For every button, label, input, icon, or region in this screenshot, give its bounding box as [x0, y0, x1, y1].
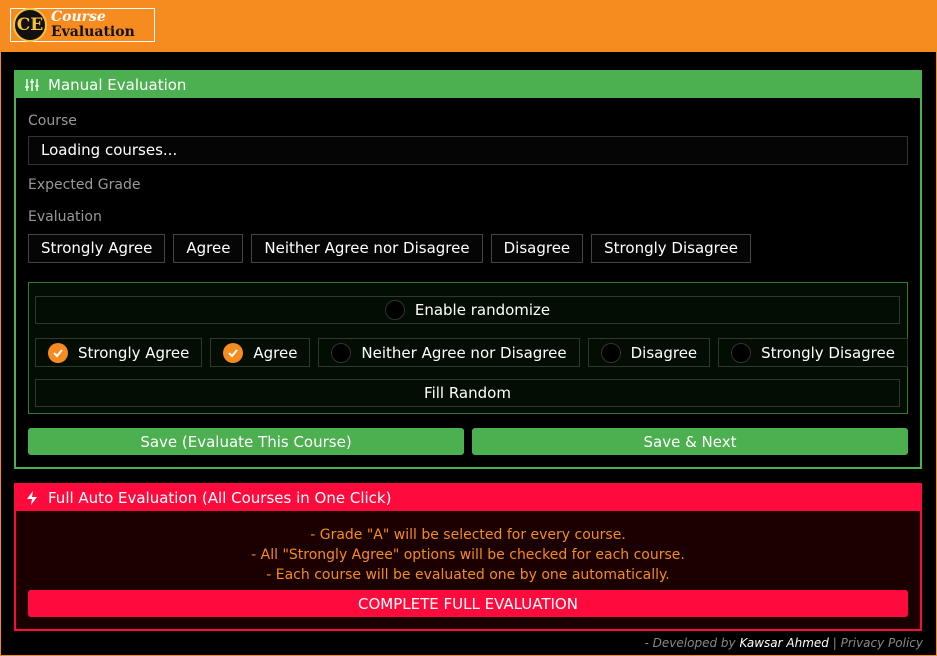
- fill-random-button[interactable]: Fill Random: [35, 379, 900, 407]
- random-option-neither[interactable]: Neither Agree nor Disagree: [318, 338, 580, 367]
- radio-unchecked-icon: [384, 300, 405, 320]
- save-evaluate-button[interactable]: Save (Evaluate This Course): [28, 428, 464, 455]
- auto-evaluation-description: - Grade "A" will be selected for every c…: [14, 525, 922, 585]
- sliders-icon: [25, 79, 39, 91]
- footer-prefix: - Developed by: [644, 636, 740, 650]
- logo-line-1: Course: [51, 9, 106, 25]
- radio-unchecked-icon: [600, 342, 621, 363]
- random-option-agree[interactable]: Agree: [210, 338, 311, 367]
- manual-evaluation-header: Manual Evaluation: [16, 72, 920, 98]
- evaluation-options: Strongly Agree Agree Neither Agree nor D…: [28, 234, 751, 263]
- radio-unchecked-icon: [731, 342, 752, 363]
- enable-randomize-label: Enable randomize: [414, 301, 551, 319]
- auto-evaluation-header: Full Auto Evaluation (All Courses in One…: [16, 485, 920, 511]
- course-label: Course: [28, 113, 77, 129]
- footer-separator: |: [828, 636, 841, 650]
- eval-disagree-button[interactable]: Disagree: [490, 234, 584, 263]
- checkmark-icon: [223, 342, 244, 363]
- radio-unchecked-icon: [331, 342, 352, 363]
- footer: - Developed by Kawsar Ahmed | Privacy Po…: [645, 636, 923, 650]
- checkmark-icon: [48, 342, 68, 363]
- random-option-disagree[interactable]: Disagree: [587, 338, 711, 367]
- auto-line-3: - Each course will be evaluated one by o…: [266, 567, 670, 583]
- app-logo: CE Course Evaluation: [10, 8, 155, 42]
- author-link[interactable]: Kawsar Ahmed: [739, 636, 828, 650]
- save-next-button[interactable]: Save & Next: [472, 428, 908, 455]
- privacy-policy-link[interactable]: Privacy Policy: [841, 636, 923, 650]
- manual-evaluation-title: Manual Evaluation: [48, 76, 187, 94]
- expected-grade-label: Expected Grade: [28, 177, 141, 193]
- auto-line-2: - All "Strongly Agree" options will be c…: [251, 547, 685, 563]
- logo-badge: CE: [13, 8, 47, 42]
- eval-neither-button[interactable]: Neither Agree nor Disagree: [251, 234, 483, 263]
- eval-strongly-agree-button[interactable]: Strongly Agree: [28, 234, 166, 263]
- eval-agree-button[interactable]: Agree: [173, 234, 244, 263]
- random-options: Strongly Agree Agree Neither Agree nor D…: [35, 338, 908, 367]
- bolt-icon: [27, 491, 37, 505]
- enable-randomize-toggle[interactable]: Enable randomize: [35, 296, 900, 324]
- complete-full-evaluation-button[interactable]: COMPLETE FULL EVALUATION: [28, 590, 908, 617]
- random-option-strongly-disagree[interactable]: Strongly Disagree: [718, 338, 908, 367]
- random-option-strongly-agree[interactable]: Strongly Agree: [35, 338, 203, 367]
- eval-strongly-disagree-button[interactable]: Strongly Disagree: [591, 234, 751, 263]
- top-bar: CE Course Evaluation: [0, 0, 937, 52]
- course-select[interactable]: Loading courses...: [28, 136, 908, 165]
- auto-evaluation-title: Full Auto Evaluation (All Courses in One…: [48, 489, 392, 507]
- evaluation-label: Evaluation: [28, 209, 102, 225]
- auto-line-1: - Grade "A" will be selected for every c…: [310, 527, 626, 543]
- logo-line-2: Evaluation: [51, 24, 135, 40]
